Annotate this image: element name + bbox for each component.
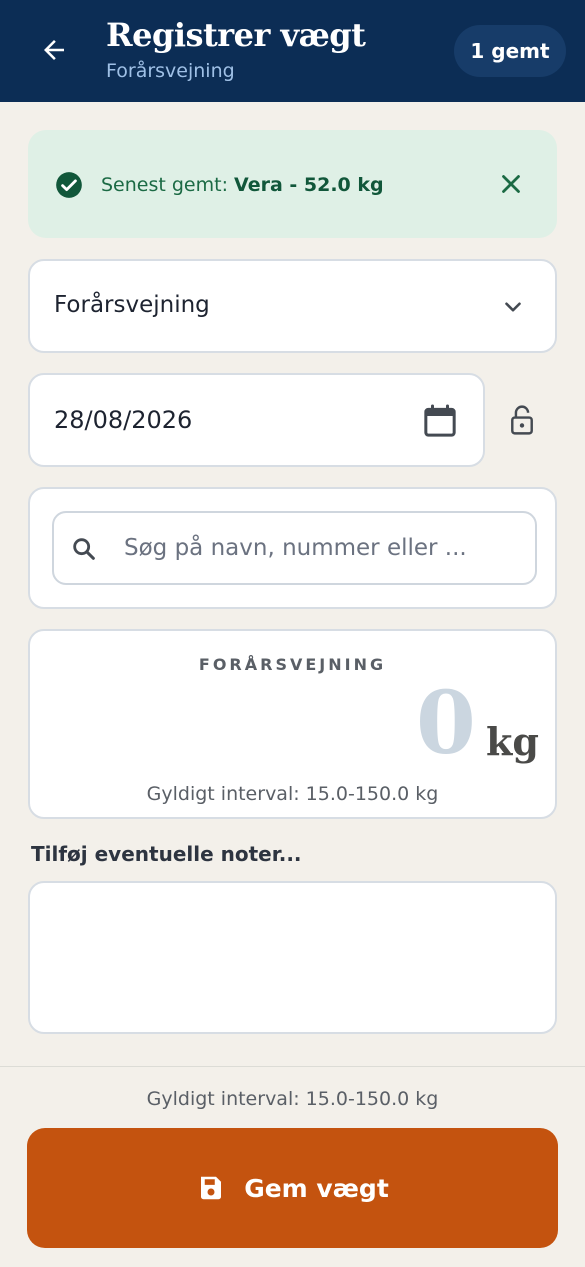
animal-search-card: Søg på navn, nummer eller ...: [28, 487, 557, 609]
close-icon: [502, 175, 520, 193]
close-banner-button[interactable]: [496, 169, 526, 199]
weighing-select[interactable]: Forårsvejning: [28, 259, 557, 353]
arrow-left-icon: [44, 40, 64, 60]
search-input[interactable]: Søg på navn, nummer eller ...: [52, 511, 537, 585]
date-field[interactable]: 28/08/2026: [28, 373, 485, 467]
lock-open-icon: [511, 405, 533, 435]
save-icon: [201, 1176, 222, 1200]
app-header: Registrer vægt Forårsvejning 1 gemt: [0, 0, 585, 102]
weighing-type-label: FORÅRSVEJNING: [198, 655, 387, 674]
weight-unit: kg: [486, 719, 539, 764]
page-title: Registrer vægt: [106, 16, 366, 54]
weight-valid-range: Gyldigt interval: 15.0-150.0 kg: [146, 783, 439, 805]
saved-count-badge[interactable]: 1 gemt: [454, 25, 566, 77]
check-circle-icon: [56, 172, 82, 198]
last-saved-prefix: Senest gemt:: [101, 174, 235, 196]
weight-value: 0: [416, 673, 476, 774]
footer-valid-range: Gyldigt interval: 15.0-150.0 kg: [146, 1088, 439, 1110]
notes-textarea[interactable]: [28, 881, 557, 1034]
date-value: 28/08/2026: [54, 406, 193, 434]
calendar-button[interactable]: [420, 401, 460, 441]
last-saved-banner: Senest gemt: Vera - 52.0 kg: [28, 130, 557, 238]
notes-label: Tilføj eventuelle noter...: [31, 842, 302, 866]
date-lock-toggle[interactable]: [507, 403, 537, 437]
save-button-label: Gem vægt: [244, 1173, 389, 1203]
weight-display[interactable]: FORÅRSVEJNING 0 kg Gyldigt interval: 15.…: [28, 629, 557, 819]
page-subtitle: Forårsvejning: [106, 60, 235, 82]
chevron-down-icon: [505, 302, 521, 312]
calendar-icon: [424, 404, 456, 437]
last-saved-value: Vera - 52.0 kg: [234, 174, 384, 196]
search-placeholder: Søg på navn, nummer eller ...: [124, 535, 467, 561]
last-saved-text: Senest gemt: Vera - 52.0 kg: [101, 174, 384, 196]
back-button[interactable]: [32, 28, 76, 72]
search-icon: [73, 538, 95, 560]
save-weight-button[interactable]: Gem vægt: [27, 1128, 558, 1248]
weighing-select-value: Forårsvejning: [54, 292, 210, 318]
